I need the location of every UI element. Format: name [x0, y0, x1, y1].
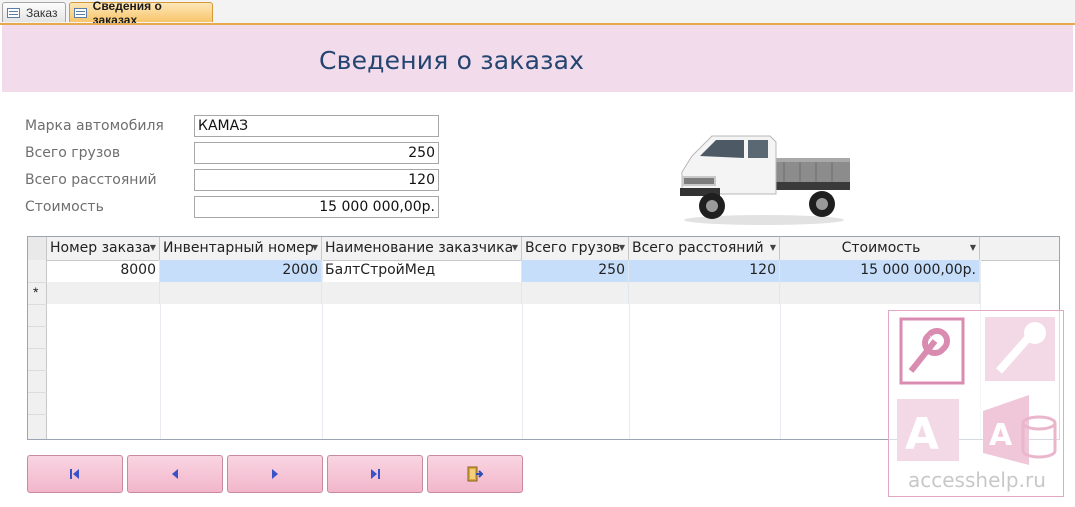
total-distance-field[interactable]: 120	[194, 169, 439, 191]
select-all-corner[interactable]	[28, 237, 47, 260]
cost-label: Стоимость	[25, 199, 104, 215]
column-header[interactable]: Наименование заказчика ▼	[322, 237, 522, 260]
last-record-button[interactable]	[327, 455, 423, 493]
next-record-button[interactable]	[227, 455, 323, 493]
total-distance-cell[interactable]: 120	[629, 260, 780, 282]
truck-image	[680, 135, 850, 225]
exit-icon	[467, 466, 484, 482]
column-header-label: Номер заказа	[50, 240, 151, 256]
previous-record-button[interactable]	[127, 455, 223, 493]
cost-cell[interactable]: 15 000 000,00р.	[780, 260, 980, 282]
total-cargo-label: Всего грузов	[25, 145, 121, 161]
sort-arrow-icon[interactable]: ▼	[770, 237, 776, 259]
sort-arrow-icon[interactable]: ▼	[970, 237, 976, 259]
column-header-label: Всего расстояний	[632, 240, 764, 256]
svg-text:A: A	[905, 409, 939, 460]
column-header-label: Стоимость	[841, 240, 921, 256]
tab-label: Заказ	[26, 5, 58, 20]
cost-field[interactable]: 15 000 000,00р.	[194, 196, 439, 218]
sort-arrow-icon[interactable]: ▼	[150, 237, 156, 259]
exit-button[interactable]	[427, 455, 523, 493]
first-record-icon	[70, 469, 79, 479]
column-header[interactable]: Всего расстояний ▼	[629, 237, 780, 260]
customer-name-cell[interactable]: БалтСтройМед	[322, 260, 522, 282]
new-record-row[interactable]	[47, 282, 980, 304]
total-cargo-cell[interactable]: 250	[522, 260, 629, 282]
column-header[interactable]: Стоимость ▼	[780, 237, 980, 260]
previous-record-icon	[172, 469, 178, 479]
inventory-number-cell[interactable]: 2000	[160, 260, 322, 282]
column-header-label: Всего грузов	[525, 240, 621, 256]
car-brand-label: Марка автомобиля	[25, 118, 164, 134]
column-header-label: Наименование заказчика	[325, 240, 514, 256]
new-record-marker: *	[33, 284, 39, 300]
first-record-button[interactable]	[27, 455, 123, 493]
car-brand-field[interactable]: КАМАЗ	[194, 115, 439, 137]
total-distance-label: Всего расстояний	[25, 172, 157, 188]
document-tab-bar: Заказ Сведения о заказах	[0, 0, 1075, 27]
form-icon	[7, 7, 20, 18]
page-title: Сведения о заказах	[319, 46, 585, 75]
next-record-icon	[272, 469, 278, 479]
tab-order-details[interactable]: Сведения о заказах	[69, 0, 213, 27]
sort-arrow-icon[interactable]: ▼	[312, 237, 318, 259]
sort-arrow-icon[interactable]: ▼	[619, 237, 625, 259]
form-icon	[74, 7, 87, 18]
svg-text:A: A	[989, 418, 1013, 453]
tab-order[interactable]: Заказ	[2, 2, 66, 22]
table-row[interactable]: 8000 2000 БалтСтройМед 250 120 15 000 00…	[47, 260, 980, 282]
column-header-label: Инвентарный номер	[163, 240, 314, 256]
column-header[interactable]: Инвентарный номер ▼	[160, 237, 322, 260]
datasheet-header: Номер заказа ▼ Инвентарный номер ▼ Наимено…	[28, 237, 1059, 261]
last-record-icon	[371, 469, 380, 479]
column-header[interactable]: Всего грузов ▼	[522, 237, 629, 260]
total-cargo-field[interactable]: 250	[194, 142, 439, 164]
watermark-text: accesshelp.ru	[908, 468, 1046, 492]
sort-arrow-icon[interactable]: ▼	[512, 237, 518, 259]
column-header[interactable]: Номер заказа ▼	[47, 237, 160, 260]
order-number-cell[interactable]: 8000	[47, 260, 160, 282]
